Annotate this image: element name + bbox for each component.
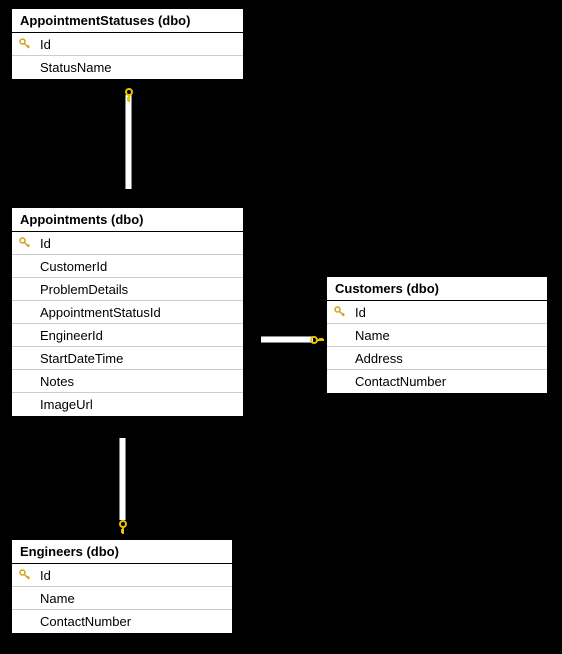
column-name: AppointmentStatusId <box>34 305 161 320</box>
column-name: Id <box>349 305 366 320</box>
column-name: ContactNumber <box>349 374 446 389</box>
infinity-icon <box>123 190 134 193</box>
table-header: Engineers (dbo) <box>12 540 232 564</box>
column-name: Id <box>34 568 51 583</box>
foreign-key-icon <box>310 332 326 348</box>
table-row[interactable]: ProblemDetails <box>12 278 243 301</box>
table-header: Customers (dbo) <box>327 277 547 301</box>
table-header: AppointmentStatuses (dbo) <box>12 9 243 33</box>
foreign-key-icon <box>121 88 137 104</box>
column-name: Address <box>349 351 403 366</box>
table-row[interactable]: EngineerId <box>12 324 243 347</box>
foreign-key-icon <box>115 520 131 536</box>
primary-key-icon <box>16 569 34 581</box>
table-row[interactable]: ContactNumber <box>327 370 547 393</box>
primary-key-icon <box>331 306 349 318</box>
column-name: EngineerId <box>34 328 103 343</box>
table-row[interactable]: StartDateTime <box>12 347 243 370</box>
connector-line <box>119 438 126 520</box>
table-row[interactable]: ImageUrl <box>12 393 243 416</box>
table-row[interactable]: Notes <box>12 370 243 393</box>
column-name: ContactNumber <box>34 614 131 629</box>
infinity-icon <box>117 426 128 429</box>
column-name: Id <box>34 37 51 52</box>
primary-key-icon <box>16 38 34 50</box>
table-row[interactable]: Name <box>327 324 547 347</box>
table-row[interactable]: CustomerId <box>12 255 243 278</box>
primary-key-icon <box>16 237 34 249</box>
column-name: Name <box>349 328 390 343</box>
column-name: ImageUrl <box>34 397 93 412</box>
table-row[interactable]: Id <box>12 564 232 587</box>
table-row[interactable]: Address <box>327 347 547 370</box>
table-header: Appointments (dbo) <box>12 208 243 232</box>
table-row[interactable]: StatusName <box>12 56 243 79</box>
table-row[interactable]: ContactNumber <box>12 610 232 633</box>
column-name: Name <box>34 591 75 606</box>
table-engineers[interactable]: Engineers (dbo) Id Name ContactNumber <box>11 539 233 634</box>
table-appointments[interactable]: Appointments (dbo) Id CustomerId Problem… <box>11 207 244 417</box>
infinity-icon <box>249 335 252 346</box>
column-name: CustomerId <box>34 259 107 274</box>
column-name: ProblemDetails <box>34 282 128 297</box>
table-row[interactable]: Id <box>12 33 243 56</box>
table-row[interactable]: Id <box>12 232 243 255</box>
column-name: Id <box>34 236 51 251</box>
column-name: StartDateTime <box>34 351 123 366</box>
table-row[interactable]: AppointmentStatusId <box>12 301 243 324</box>
table-row[interactable]: Id <box>327 301 547 324</box>
table-customers[interactable]: Customers (dbo) Id Name Address ContactN… <box>326 276 548 394</box>
connector-line <box>125 95 132 189</box>
table-row[interactable]: Name <box>12 587 232 610</box>
column-name: StatusName <box>34 60 112 75</box>
column-name: Notes <box>34 374 74 389</box>
table-appointmentstatuses[interactable]: AppointmentStatuses (dbo) Id StatusName <box>11 8 244 80</box>
connector-line <box>261 336 313 343</box>
